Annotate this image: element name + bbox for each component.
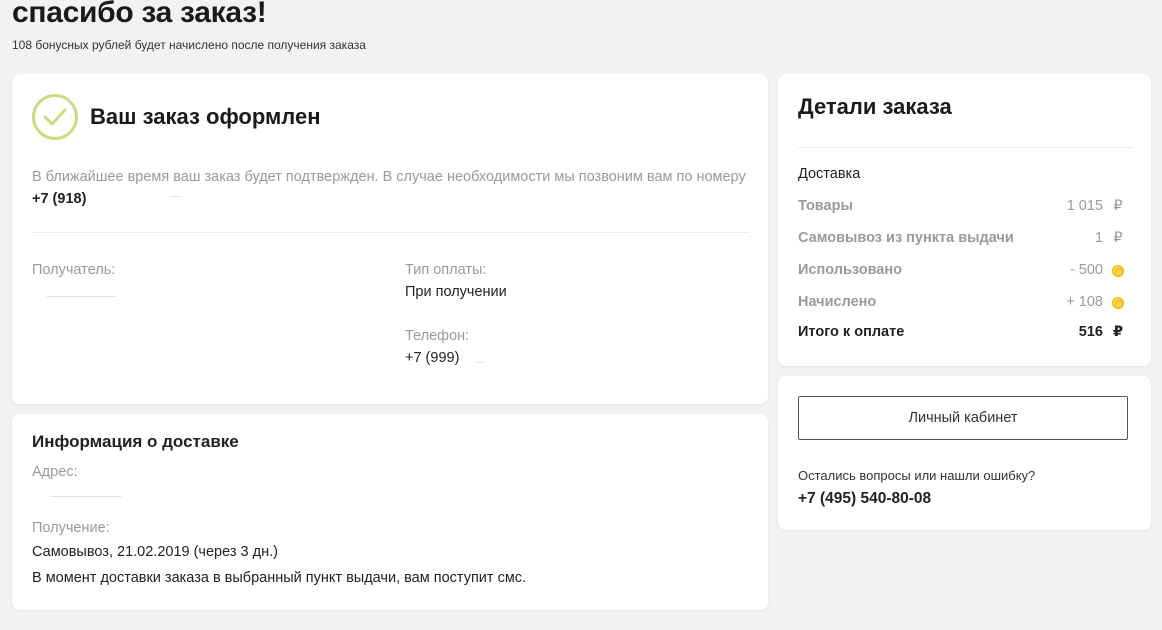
line-label: Использовано xyxy=(798,262,902,278)
line-value: + 108 xyxy=(1066,294,1103,310)
line-bonus-used: Использовано - 500 xyxy=(798,262,1125,282)
line-total: Итого к оплате 516 ₽ xyxy=(798,324,1125,344)
line-value: - 500 xyxy=(1069,262,1103,278)
line-label: Начислено xyxy=(798,294,877,310)
page-title: спасибо за заказ! xyxy=(12,0,267,29)
divider xyxy=(32,232,750,233)
line-goods: Товары 1 015 ₽ xyxy=(798,198,1125,218)
line-value: 1 xyxy=(1094,230,1103,246)
order-details-card: Детали заказа Доставка Товары 1 015 ₽ Са… xyxy=(778,74,1151,366)
line-label: Товары xyxy=(798,198,853,214)
bonus-notice: 108 бонусных рублей будет начислено посл… xyxy=(12,38,366,52)
bonus-coin-icon xyxy=(1112,265,1124,277)
redacted-text xyxy=(170,196,180,197)
status-message-text: В ближайшее время ваш заказ будет подтве… xyxy=(32,169,746,185)
delivery-title: Информация о доставке xyxy=(32,432,239,451)
phone-label: Телефон: xyxy=(405,328,470,344)
support-phone-link[interactable]: +7 (495) 540-80-08 xyxy=(798,490,931,508)
help-text: Остались вопросы или нашли ошибку? xyxy=(798,468,1036,483)
line-bonus-accrued: Начислено + 108 xyxy=(798,294,1125,314)
redacted-address xyxy=(50,496,122,497)
receipt-label: Получение: xyxy=(32,520,110,536)
details-section-label: Доставка xyxy=(798,166,861,182)
receipt-value: Самовывоз, 21.02.2019 (через 3 дн.) xyxy=(32,544,278,560)
redacted-recipient xyxy=(46,296,116,297)
payment-type-value: При получении xyxy=(405,284,507,300)
redacted-phone xyxy=(476,362,484,363)
ruble-sign: ₽ xyxy=(1112,324,1124,340)
line-value: 1 015 xyxy=(1066,198,1103,214)
status-message: В ближайшее время ваш заказ будет подтве… xyxy=(32,166,752,210)
line-label: Самовывоз из пункта выдачи xyxy=(798,230,1014,246)
bonus-coin-icon xyxy=(1112,297,1124,309)
line-pickup: Самовывоз из пункта выдачи 1 ₽ xyxy=(798,230,1125,250)
ruble-sign: ₽ xyxy=(1113,230,1123,246)
order-status-card: Ваш заказ оформлен В ближайшее время ваш… xyxy=(12,74,768,404)
address-label: Адрес: xyxy=(32,464,78,480)
delivery-info-card: Информация о доставке Адрес: Получение: … xyxy=(12,414,768,610)
recipient-label: Получатель: xyxy=(32,262,116,278)
personal-account-button[interactable]: Личный кабинет xyxy=(798,396,1128,440)
delivery-note: В момент доставки заказа в выбранный пун… xyxy=(32,570,527,586)
checkmark-icon xyxy=(32,94,78,140)
total-value: 516 xyxy=(1078,324,1103,340)
total-label: Итого к оплате xyxy=(798,324,905,340)
ruble-sign: ₽ xyxy=(1113,198,1123,214)
status-title: Ваш заказ оформлен xyxy=(90,104,321,129)
phone-value: +7 (999) xyxy=(405,350,460,366)
details-title: Детали заказа xyxy=(798,94,952,119)
account-card: Личный кабинет Остались вопросы или нашл… xyxy=(778,376,1151,530)
payment-type-label: Тип оплаты: xyxy=(405,262,487,278)
divider xyxy=(798,147,1133,148)
contact-phone: +7 (918) xyxy=(32,191,87,207)
